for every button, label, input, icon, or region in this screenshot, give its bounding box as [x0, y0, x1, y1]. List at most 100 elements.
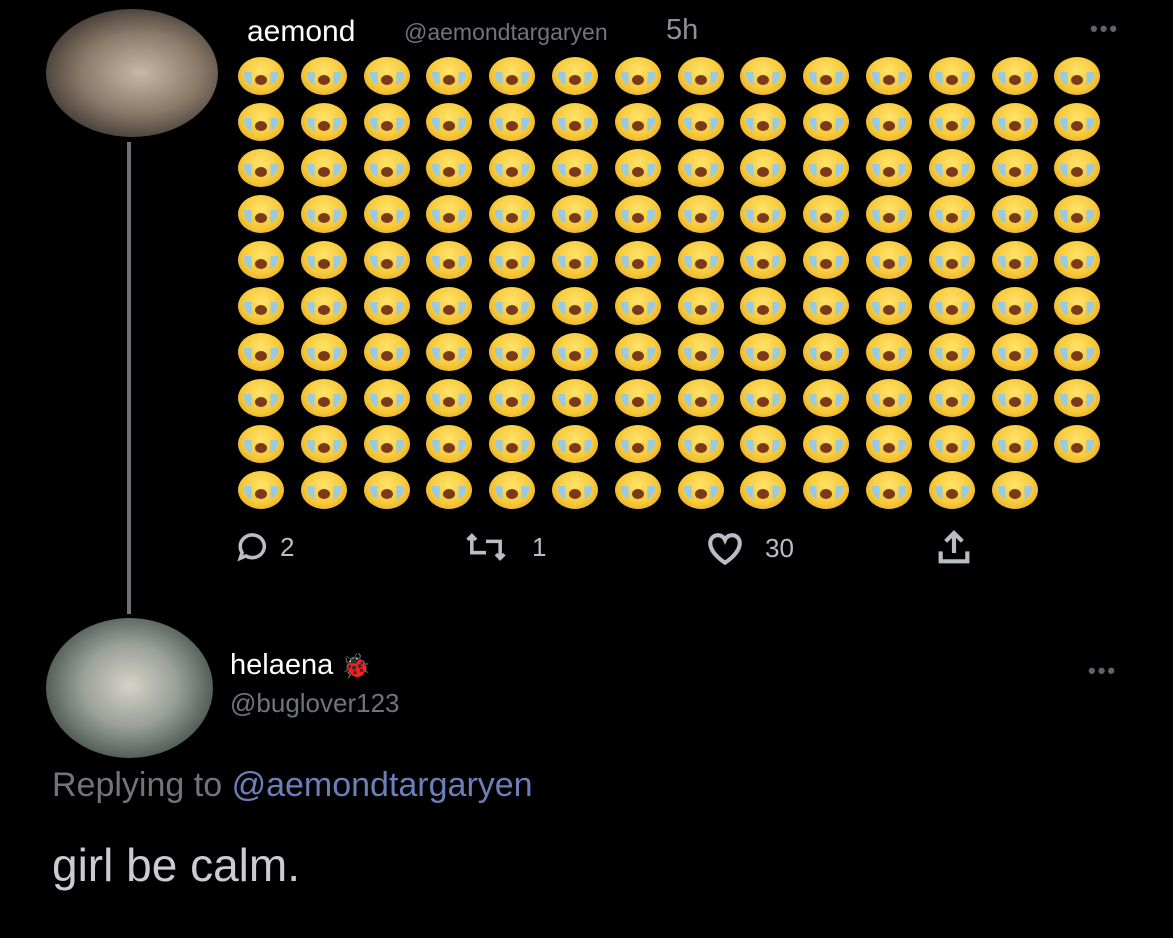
reply-display-name-text: helaena [230, 649, 334, 681]
loudly-crying-face-emoji [740, 103, 787, 141]
loudly-crying-face-emoji [803, 287, 850, 325]
loudly-crying-face-emoji [363, 241, 410, 279]
loudly-crying-face-emoji [740, 149, 787, 187]
loudly-crying-face-emoji [740, 333, 787, 371]
loudly-crying-face-emoji [928, 195, 975, 233]
loudly-crying-face-emoji [238, 333, 284, 371]
loudly-crying-face-emoji [489, 241, 536, 279]
loudly-crying-face-emoji [426, 57, 473, 95]
tweet-more-icon[interactable]: ••• [1090, 16, 1119, 42]
loudly-crying-face-emoji [740, 195, 787, 233]
loudly-crying-face-emoji [991, 379, 1038, 417]
loudly-crying-face-emoji [300, 57, 347, 95]
loudly-crying-face-emoji [614, 471, 661, 509]
loudly-crying-face-emoji [928, 57, 975, 95]
loudly-crying-face-emoji [614, 57, 661, 95]
loudly-crying-face-emoji [865, 471, 912, 509]
loudly-crying-face-emoji [677, 471, 724, 509]
loudly-crying-face-emoji [928, 379, 975, 417]
loudly-crying-face-emoji [551, 471, 598, 509]
reply-action[interactable]: 2 [236, 530, 294, 564]
reply-more-icon[interactable]: ••• [1088, 658, 1117, 684]
loudly-crying-face-emoji [865, 379, 912, 417]
loudly-crying-face-emoji [803, 379, 850, 417]
loudly-crying-face-emoji [614, 241, 661, 279]
loudly-crying-face-emoji [803, 471, 850, 509]
loudly-crying-face-emoji [865, 287, 912, 325]
loudly-crying-face-emoji [426, 287, 473, 325]
reply-text: girl be calm. [52, 839, 300, 891]
loudly-crying-face-emoji [489, 471, 536, 509]
loudly-crying-face-emoji [238, 471, 284, 509]
loudly-crying-face-emoji [238, 425, 284, 463]
loudly-crying-face-emoji [551, 287, 598, 325]
loudly-crying-face-emoji [803, 149, 850, 187]
loudly-crying-face-emoji [677, 103, 724, 141]
loudly-crying-face-emoji [677, 287, 724, 325]
loudly-crying-face-emoji [238, 103, 284, 141]
loudly-crying-face-emoji [928, 149, 975, 187]
tweet-display-name[interactable]: aemond [247, 15, 355, 49]
loudly-crying-face-emoji [363, 287, 410, 325]
loudly-crying-face-emoji [803, 195, 850, 233]
loudly-crying-face-emoji [489, 287, 536, 325]
loudly-crying-face-emoji [740, 241, 787, 279]
reply-display-name[interactable]: helaena 🐞 [230, 649, 371, 682]
loudly-crying-face-emoji [1054, 287, 1101, 325]
loudly-crying-face-emoji [865, 241, 912, 279]
loudly-crying-face-emoji [677, 333, 724, 371]
loudly-crying-face-emoji [426, 333, 473, 371]
loudly-crying-face-emoji [677, 241, 724, 279]
loudly-crying-face-emoji [363, 425, 410, 463]
loudly-crying-face-emoji [363, 471, 410, 509]
loudly-crying-face-emoji [1054, 57, 1101, 95]
loudly-crying-face-emoji [740, 425, 787, 463]
loudly-crying-face-emoji [363, 57, 410, 95]
loudly-crying-face-emoji [426, 241, 473, 279]
loudly-crying-face-emoji [551, 241, 598, 279]
loudly-crying-face-emoji [300, 287, 347, 325]
loudly-crying-face-emoji [363, 103, 410, 141]
loudly-crying-face-emoji [363, 195, 410, 233]
loudly-crying-face-emoji [614, 379, 661, 417]
retweet-count: 1 [532, 531, 547, 562]
loudly-crying-face-emoji [489, 103, 536, 141]
loudly-crying-face-emoji [426, 149, 473, 187]
loudly-crying-face-emoji [740, 287, 787, 325]
loudly-crying-face-emoji [803, 333, 850, 371]
loudly-crying-face-emoji [300, 425, 347, 463]
loudly-crying-face-emoji [238, 149, 284, 187]
loudly-crying-face-emoji [677, 379, 724, 417]
loudly-crying-face-emoji [489, 149, 536, 187]
retweet-action[interactable]: 1 [460, 530, 546, 564]
reply-handle[interactable]: @buglover123 [230, 688, 400, 719]
loudly-crying-face-emoji [300, 333, 347, 371]
loudly-crying-face-emoji [614, 425, 661, 463]
tweet-timestamp[interactable]: 5h [666, 14, 698, 47]
like-action[interactable]: 30 [703, 530, 794, 566]
loudly-crying-face-emoji [677, 57, 724, 95]
loudly-crying-face-emoji [740, 57, 787, 95]
tweet-text-emojis [236, 55, 1116, 515]
share-action[interactable] [932, 528, 976, 568]
avatar-aemond[interactable] [46, 9, 218, 137]
loudly-crying-face-emoji [928, 425, 975, 463]
retweet-icon [466, 533, 506, 561]
loudly-crying-face-emoji [300, 379, 347, 417]
loudly-crying-face-emoji [551, 379, 598, 417]
tweet-handle[interactable]: @aemondtargaryen [404, 19, 608, 46]
loudly-crying-face-emoji [677, 195, 724, 233]
emoji-empty-cell [1052, 469, 1115, 515]
loudly-crying-face-emoji [426, 195, 473, 233]
replying-to-mention[interactable]: @aemondtargaryen [232, 766, 533, 804]
loudly-crying-face-emoji [991, 333, 1038, 371]
loudly-crying-face-emoji [1054, 425, 1101, 463]
loudly-crying-face-emoji [677, 149, 724, 187]
loudly-crying-face-emoji [551, 57, 598, 95]
loudly-crying-face-emoji [740, 471, 787, 509]
avatar-helaena[interactable] [46, 618, 213, 758]
reply-count: 2 [280, 531, 295, 562]
replying-to-line: Replying to @aemondtargaryen [52, 766, 533, 805]
loudly-crying-face-emoji [991, 241, 1038, 279]
loudly-crying-face-emoji [363, 149, 410, 187]
